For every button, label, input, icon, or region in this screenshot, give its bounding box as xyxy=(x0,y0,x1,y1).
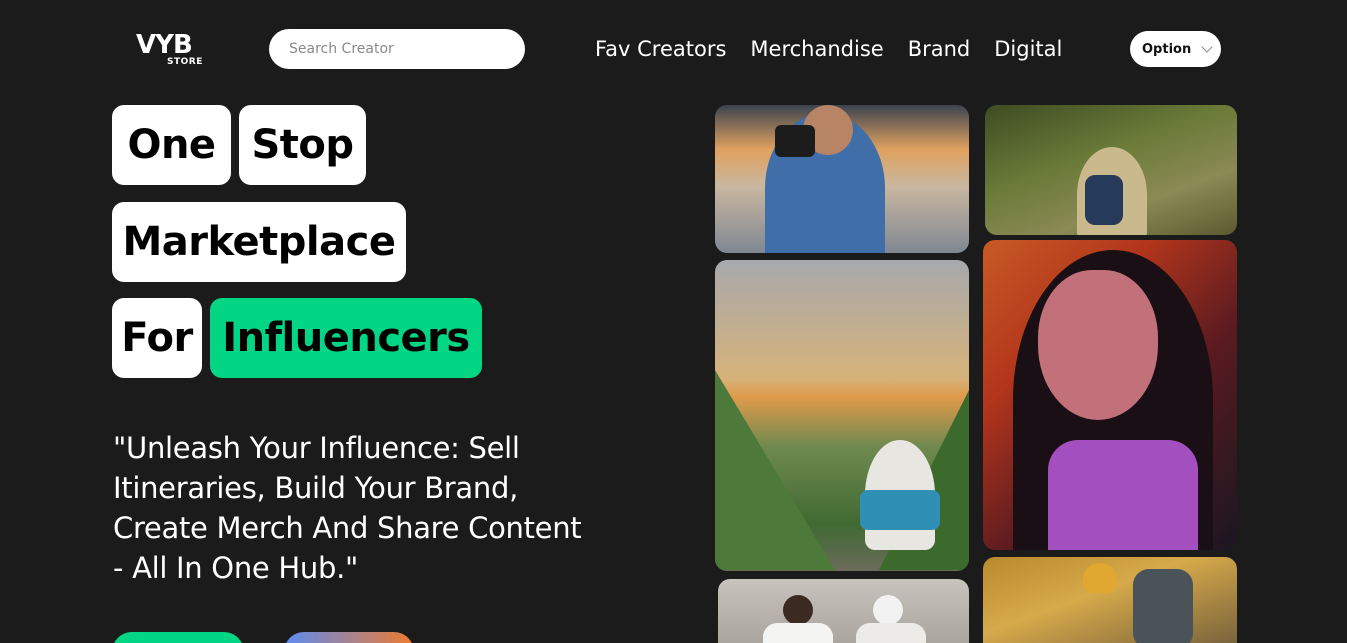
chevron-down-icon xyxy=(1201,41,1213,53)
search-input[interactable] xyxy=(269,29,525,69)
option-label: Option xyxy=(1142,41,1192,57)
primary-cta-button[interactable] xyxy=(112,632,244,643)
photo-fashion-duo xyxy=(718,579,969,643)
photo-photographer xyxy=(715,105,969,253)
hero-word-influencers: Influencers xyxy=(210,298,482,378)
main-nav: Fav Creators Merchandise Brand Digital xyxy=(595,34,1062,64)
logo-sub: STORE xyxy=(167,57,203,67)
hero-word-marketplace: Marketplace xyxy=(112,202,406,282)
nav-merchandise[interactable]: Merchandise xyxy=(750,34,883,64)
nav-fav-creators[interactable]: Fav Creators xyxy=(595,34,726,64)
hero-word-for: For xyxy=(112,298,202,378)
photo-portrait-woman xyxy=(983,240,1237,550)
hero-word-stop: Stop xyxy=(239,105,366,185)
hero-word-one: One xyxy=(112,105,231,185)
photo-mountain-valley xyxy=(715,260,969,571)
nav-brand[interactable]: Brand xyxy=(908,34,971,64)
photo-forest-hiker xyxy=(985,105,1237,235)
photo-autumn-hikers xyxy=(983,557,1237,643)
secondary-cta-button[interactable] xyxy=(284,632,414,643)
nav-digital[interactable]: Digital xyxy=(994,34,1062,64)
option-dropdown[interactable]: Option xyxy=(1130,31,1221,67)
hero-tagline: "Unleash Your Influence: Sell Itinerarie… xyxy=(113,431,582,585)
logo[interactable]: VYB STORE xyxy=(136,28,206,70)
